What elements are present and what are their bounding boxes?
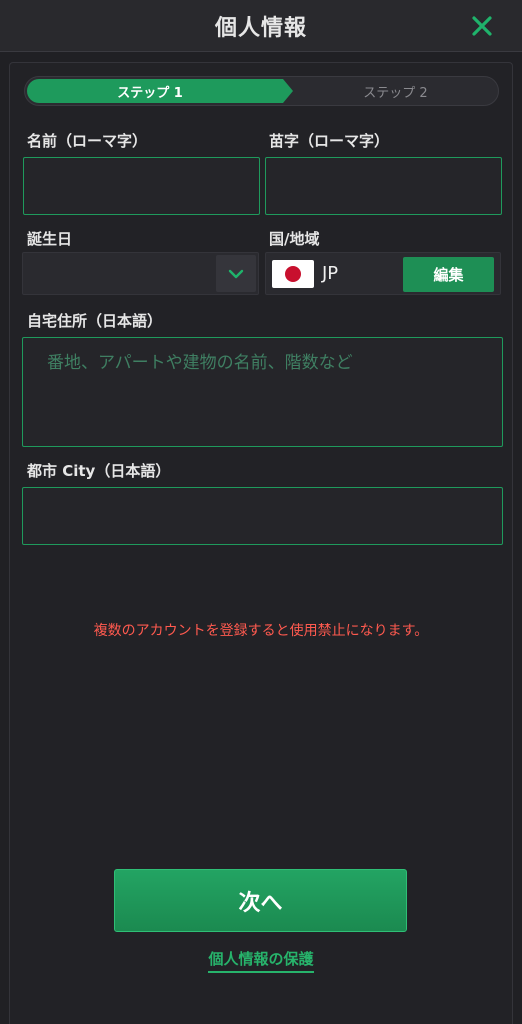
first-name-input[interactable] [23,157,260,215]
city-input[interactable] [22,487,503,545]
chevron-down-icon [228,269,244,278]
city-label: 都市 City（日本語） [27,462,171,480]
dob-label: 誕生日 [27,230,73,248]
country-code: JP [322,263,339,284]
header: 個人情報 [0,0,522,52]
dob-select[interactable] [22,252,259,295]
privacy-link[interactable]: 個人情報の保護 [208,950,314,973]
warning-message: 複数のアカウントを登録すると使用禁止になります。 [93,623,429,639]
close-button[interactable] [468,12,496,40]
address-label: 自宅住所（日本語） [27,312,163,330]
last-name-input[interactable] [265,157,502,215]
step-1: ステップ 1 [27,79,293,103]
first-name-label: 名前（ローマ字） [27,132,148,150]
dob-dropdown-button[interactable] [216,255,256,292]
privacy-link-container: 個人情報の保護 [0,948,522,973]
step-2: ステップ 2 [363,85,428,101]
last-name-label: 苗字（ローマ字） [269,132,390,150]
japan-flag-icon [272,260,314,288]
stepper: ステップ 1 ステップ 2 [24,76,499,106]
country-label: 国/地域 [269,230,320,248]
close-icon [472,16,492,36]
address-input[interactable] [22,337,503,447]
country-field: JP 編集 [265,252,501,295]
page-title: 個人情報 [214,15,307,41]
edit-country-button[interactable]: 編集 [403,257,494,292]
next-button[interactable]: 次へ [114,869,407,932]
